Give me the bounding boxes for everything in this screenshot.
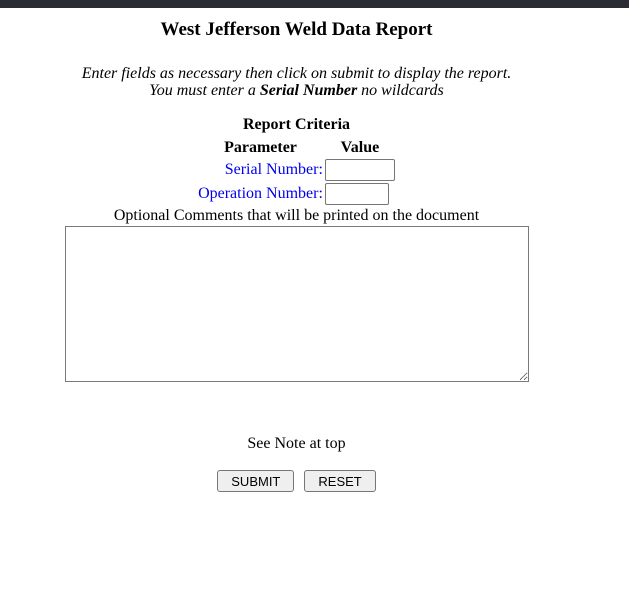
comments-label: Optional Comments that will be printed o…	[0, 208, 593, 223]
report-form: West Jefferson Weld Data Report Enter fi…	[0, 18, 593, 492]
window-top-bar	[0, 0, 629, 8]
instructions-line1: Enter fields as necessary then click on …	[82, 65, 512, 82]
comments-textarea[interactable]	[65, 226, 529, 382]
see-note-text: See Note at top	[0, 436, 593, 452]
serial-number-input[interactable]	[325, 159, 395, 181]
operation-number-link[interactable]: Operation Number:	[198, 185, 323, 202]
parameter-column-header: Parameter	[198, 139, 323, 157]
operation-number-row: Operation Number:	[198, 183, 395, 205]
serial-number-row: Serial Number:	[198, 159, 395, 181]
value-column-header: Value	[325, 139, 395, 157]
criteria-table: Parameter Value Serial Number: Operation…	[196, 137, 397, 207]
instructions-line2-suffix: no wildcards	[357, 82, 444, 99]
instructions-line2-prefix: You must enter a	[149, 82, 260, 99]
instructions: Enter fields as necessary then click on …	[0, 65, 593, 99]
operation-number-input[interactable]	[325, 183, 389, 205]
criteria-header-row: Parameter Value	[198, 139, 395, 157]
instructions-serial-number-emphasis: Serial Number	[260, 82, 357, 99]
report-criteria-heading: Report Criteria	[0, 117, 593, 133]
reset-button[interactable]: RESET	[304, 470, 375, 492]
submit-button[interactable]: SUBMIT	[217, 470, 294, 492]
serial-number-link[interactable]: Serial Number:	[225, 161, 323, 178]
page-title: West Jefferson Weld Data Report	[0, 18, 593, 41]
button-row: SUBMIT RESET	[0, 470, 593, 492]
